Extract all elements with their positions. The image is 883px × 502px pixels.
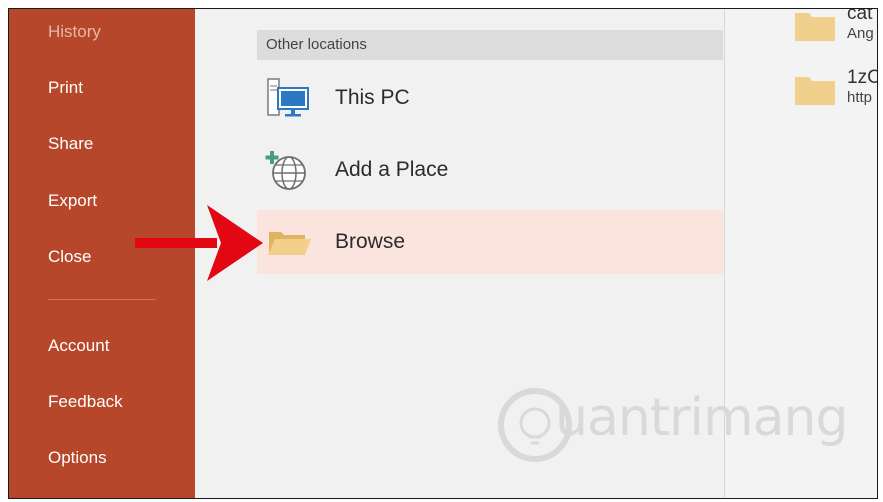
nav-separator [48, 299, 156, 300]
nav-history[interactable]: History [48, 22, 101, 42]
this-pc-label: This PC [335, 86, 410, 109]
nav-account[interactable]: Account [48, 336, 109, 356]
watermark-text: uantrimang [555, 388, 848, 448]
nav-options[interactable]: Options [48, 448, 107, 468]
add-a-place-label: Add a Place [335, 158, 449, 181]
browse-label: Browse [335, 230, 406, 253]
other-locations-header: Other locations [257, 30, 723, 60]
nav-export[interactable]: Export [48, 191, 97, 211]
location-browse[interactable]: Browse [257, 210, 723, 274]
computer-icon [267, 78, 309, 117]
recent-folder-item[interactable]: cat Ang [795, 9, 877, 53]
folder-icon [795, 13, 835, 41]
recent-folder-path: http [847, 89, 873, 106]
location-add-a-place[interactable]: Add a Place [257, 138, 723, 202]
nav-share[interactable]: Share [48, 134, 93, 154]
nav-close[interactable]: Close [48, 247, 91, 267]
folder-icon [795, 77, 835, 105]
folder-icon [268, 232, 311, 255]
nav-print[interactable]: Print [48, 78, 83, 98]
recent-folder-name: cat [847, 9, 873, 24]
recent-folder-name: 1zC [847, 67, 878, 88]
recent-folder-item[interactable]: 1zC http [795, 67, 878, 117]
recent-folder-path: Ang [847, 25, 874, 42]
red-arrow-icon [135, 205, 263, 281]
location-this-pc[interactable]: This PC [257, 66, 723, 130]
globe-add-icon [265, 151, 306, 190]
nav-feedback[interactable]: Feedback [48, 392, 123, 412]
